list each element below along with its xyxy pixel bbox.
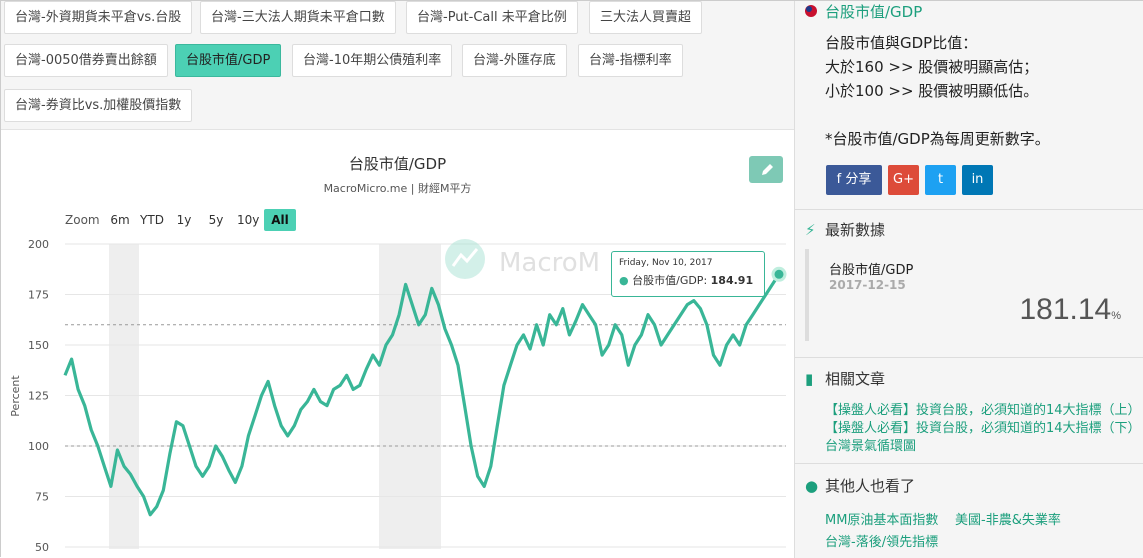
y-tick-label: 150 [28, 339, 49, 352]
twitter-button[interactable]: t [925, 165, 956, 195]
latest-name: 台股市值/GDP [829, 263, 914, 278]
articles-title: ▮ 相關文章 [805, 370, 886, 388]
google-plus-button[interactable]: G+ [888, 165, 919, 195]
watermark: MacroM [445, 239, 600, 279]
hover-point[interactable] [771, 266, 787, 282]
divider [795, 357, 1143, 358]
y-axis-label: Percent [9, 375, 22, 417]
tooltip-dot: ● [619, 274, 629, 287]
other-link[interactable]: 台灣-落後/領先指標 [825, 531, 938, 550]
y-tick-label: 200 [28, 238, 49, 251]
bookmark-icon: ▮ [805, 370, 814, 388]
article-link[interactable]: 【操盤人必看】投資台股，必須知道的14大指標（下） [825, 417, 1141, 436]
y-tick-label: 125 [28, 390, 49, 403]
tooltip-value: 184.91 [710, 274, 754, 287]
tooltip-date: Friday, Nov 10, 2017 [619, 258, 713, 268]
latest-data-title: ⚡ 最新數據 [805, 221, 886, 239]
latest-date: 2017-12-15 [829, 278, 906, 292]
linkedin-button[interactable]: in [962, 165, 993, 195]
sidebar-title: 台股市值/GDP [805, 1, 922, 22]
watermark-text: MacroM [499, 248, 600, 278]
main-area: 台灣-外資期貨未平倉vs.台股 台灣-三大法人期貨未平倉口數 台灣-Put-Ca… [1, 1, 794, 558]
latest-data-card: 台股市值/GDP 2017-12-15 181.14% [805, 249, 1135, 341]
y-tick-label: 100 [28, 440, 49, 453]
tooltip: Friday, Nov 10, 2017 ● 台股市值/GDP: 184.91 [611, 251, 765, 297]
other-link[interactable]: 美國-非農&失業率 [955, 509, 1061, 528]
tooltip-series: 台股市值/GDP: [632, 274, 708, 287]
others-title: ● 其他人也看了 [805, 477, 916, 495]
facebook-icon: f [836, 172, 842, 187]
y-tick-label: 50 [35, 541, 49, 554]
y-tick-label: 75 [35, 491, 49, 504]
taiwan-flag-icon [805, 3, 819, 21]
lightning-icon: ⚡ [805, 221, 816, 239]
latest-value: 181.14% [1019, 293, 1121, 326]
divider [795, 463, 1143, 464]
other-link[interactable]: MM原油基本面指數 [825, 509, 938, 528]
article-link[interactable]: 【操盤人必看】投資台股，必須知道的14大指標（上） [825, 399, 1141, 418]
recession-band [109, 244, 139, 549]
sidebar-description: 台股市值與GDP比值： 大於160 >> 股價被明顯高估； 小於100 >> 股… [825, 34, 1050, 148]
facebook-share-button[interactable]: f 分享 [826, 165, 882, 195]
page-frame: 台灣-外資期貨未平倉vs.台股 台灣-三大法人期貨未平倉口數 台灣-Put-Ca… [0, 0, 1143, 558]
article-link[interactable]: 台灣景氣循環圖 [825, 435, 916, 454]
sidebar: 台股市值/GDP 台股市值與GDP比值： 大於160 >> 股價被明顯高估； 小… [794, 1, 1143, 558]
y-tick-label: 175 [28, 289, 49, 302]
user-icon: ● [805, 477, 819, 495]
divider [795, 209, 1143, 210]
